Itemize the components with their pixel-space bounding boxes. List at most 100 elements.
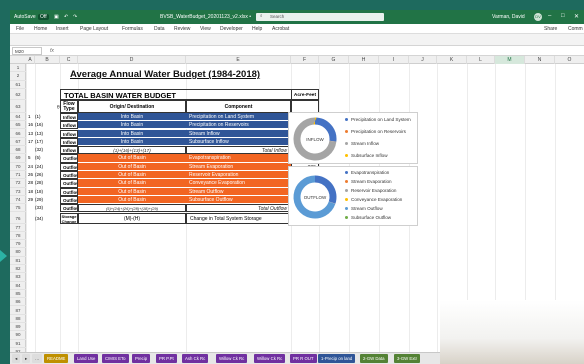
column-header[interactable]: D bbox=[78, 56, 186, 64]
column-header[interactable]: O bbox=[555, 56, 584, 64]
component-cell: Stream Evaporation bbox=[186, 162, 291, 171]
name-box[interactable]: M20 bbox=[12, 47, 42, 55]
row-header[interactable]: 78 bbox=[10, 232, 26, 241]
row-header[interactable]: 87 bbox=[10, 307, 26, 315]
maximize-icon[interactable]: □ bbox=[561, 13, 565, 19]
menu-formulas[interactable]: Formulas bbox=[122, 26, 143, 32]
component-cell: Subsurface Outflow bbox=[186, 195, 291, 205]
row-header[interactable]: 88 bbox=[10, 315, 26, 324]
row-header[interactable]: 68 bbox=[10, 146, 26, 155]
redo-icon[interactable]: ↷ bbox=[73, 14, 77, 20]
legend-label: Precipitation on Reservoirs bbox=[351, 129, 406, 134]
row-header[interactable]: 75 bbox=[10, 204, 26, 213]
sheet-tab[interactable]: 1-Precip on land bbox=[318, 354, 356, 363]
tab-scroll-right[interactable]: ▸ bbox=[22, 354, 31, 363]
row-header[interactable]: 65 bbox=[10, 121, 26, 130]
column-header[interactable]: K bbox=[437, 56, 467, 64]
legend-label: Reservoir Evaporation bbox=[351, 188, 397, 193]
row-header[interactable]: 77 bbox=[10, 224, 26, 232]
menu-data[interactable]: Data bbox=[154, 26, 165, 32]
legend-label: Subsurface Inflow bbox=[351, 153, 388, 158]
row-header[interactable]: 71 bbox=[10, 171, 26, 180]
sheet-tab[interactable]: Willow Ck Rc bbox=[254, 354, 286, 363]
sheet-tab[interactable]: 2-GW Data bbox=[360, 354, 388, 363]
row-header[interactable]: 64 bbox=[10, 113, 26, 122]
row-header[interactable]: 73 bbox=[10, 188, 26, 196]
column-header[interactable]: F bbox=[291, 56, 319, 64]
close-icon[interactable]: ✕ bbox=[574, 13, 579, 20]
sheet-tab[interactable]: 3-GW Extr bbox=[394, 354, 421, 363]
fx-icon[interactable]: fx bbox=[50, 48, 54, 54]
comments-button[interactable]: Comm bbox=[568, 26, 583, 32]
column-header[interactable]: C bbox=[60, 56, 78, 64]
tab-more[interactable]: … bbox=[32, 354, 43, 363]
outflow-chart[interactable]: OUTFLOW Evapotranspiration Stream Evapora… bbox=[288, 166, 418, 226]
row-header[interactable]: 91 bbox=[10, 340, 26, 348]
column-header[interactable]: M bbox=[495, 56, 525, 64]
menu-developer[interactable]: Developer bbox=[220, 26, 243, 32]
sheet-tab[interactable]: Willow Ck Rc bbox=[216, 354, 248, 363]
row-header[interactable]: 63 bbox=[10, 100, 26, 113]
autosave-toggle[interactable]: Off bbox=[38, 14, 49, 20]
column-header[interactable]: L bbox=[467, 56, 495, 64]
row-header[interactable]: 81 bbox=[10, 257, 26, 265]
share-button[interactable]: Share bbox=[544, 26, 557, 32]
column-header[interactable]: E bbox=[186, 56, 291, 64]
row-header[interactable]: 89 bbox=[10, 323, 26, 332]
search-input[interactable]: ⌕ Search bbox=[256, 13, 384, 21]
column-header[interactable]: A bbox=[26, 56, 35, 64]
minimize-icon[interactable]: – bbox=[548, 13, 551, 19]
menu-page-layout[interactable]: Page Layout bbox=[80, 26, 108, 32]
undo-icon[interactable]: ↶ bbox=[64, 14, 68, 20]
menu-file[interactable]: File bbox=[16, 26, 24, 32]
row-header[interactable]: 74 bbox=[10, 196, 26, 205]
column-header[interactable]: B bbox=[35, 56, 60, 64]
sheet-tab[interactable]: CIMIS ETo bbox=[102, 354, 129, 363]
row-header[interactable]: 69 bbox=[10, 154, 26, 163]
sheet-tab[interactable]: PR R OUT bbox=[290, 354, 317, 363]
row-header[interactable]: 85 bbox=[10, 290, 26, 299]
sheet-tab[interactable]: Land Use bbox=[74, 354, 99, 363]
row-header[interactable]: 66 bbox=[10, 130, 26, 138]
row-header[interactable]: 86 bbox=[10, 298, 26, 307]
sheet-tab[interactable]: PR P.Pt bbox=[156, 354, 177, 363]
legend-label: Stream Inflow bbox=[351, 141, 380, 146]
row-header[interactable]: 62 bbox=[10, 89, 26, 100]
menu-review[interactable]: Review bbox=[174, 26, 190, 32]
search-icon: ⌕ bbox=[260, 13, 263, 18]
row-header[interactable]: 84 bbox=[10, 282, 26, 290]
legend-label: Precipitation on Land System bbox=[351, 117, 411, 122]
sheet-tab[interactable]: Precip bbox=[132, 354, 151, 363]
row-header[interactable]: 67 bbox=[10, 138, 26, 147]
column-header[interactable]: I bbox=[379, 56, 409, 64]
row-header[interactable]: 76 bbox=[10, 213, 26, 224]
legend-label: Conveyance Evaporation bbox=[351, 197, 403, 202]
avatar[interactable]: DV bbox=[534, 13, 542, 21]
column-header[interactable]: G bbox=[319, 56, 349, 64]
column-header[interactable]: H bbox=[349, 56, 379, 64]
menu-insert[interactable]: Insert bbox=[56, 26, 69, 32]
row-header[interactable]: 79 bbox=[10, 240, 26, 249]
column-header[interactable]: J bbox=[409, 56, 437, 64]
tab-scroll-left[interactable]: ◂ bbox=[12, 354, 21, 363]
row-header[interactable]: 90 bbox=[10, 331, 26, 340]
menu-view[interactable]: View bbox=[200, 26, 211, 32]
row-header[interactable]: 80 bbox=[10, 248, 26, 257]
sheet-tab[interactable]: README bbox=[44, 354, 69, 363]
row-header[interactable]: 70 bbox=[10, 163, 26, 171]
column-header[interactable]: N bbox=[525, 56, 555, 64]
row-header[interactable]: 61 bbox=[10, 81, 26, 89]
row-header[interactable]: 83 bbox=[10, 273, 26, 282]
sheet-tab[interactable]: Ash Ck Rc bbox=[182, 354, 209, 363]
legend-swatch-icon bbox=[345, 207, 348, 211]
row-header[interactable]: 1 bbox=[10, 64, 26, 73]
menu-acrobat[interactable]: Acrobat bbox=[272, 26, 289, 32]
row-header[interactable]: 2 bbox=[10, 72, 26, 81]
inflow-chart[interactable]: INFLOW Precipitation on Land System Preci… bbox=[288, 112, 418, 164]
menu-home[interactable]: Home bbox=[34, 26, 47, 32]
origin-cell: Into Basin bbox=[78, 112, 186, 122]
menu-help[interactable]: Help bbox=[252, 26, 262, 32]
row-header[interactable]: 72 bbox=[10, 179, 26, 188]
save-icon[interactable]: ▣ bbox=[54, 14, 59, 20]
row-header[interactable]: 82 bbox=[10, 265, 26, 274]
